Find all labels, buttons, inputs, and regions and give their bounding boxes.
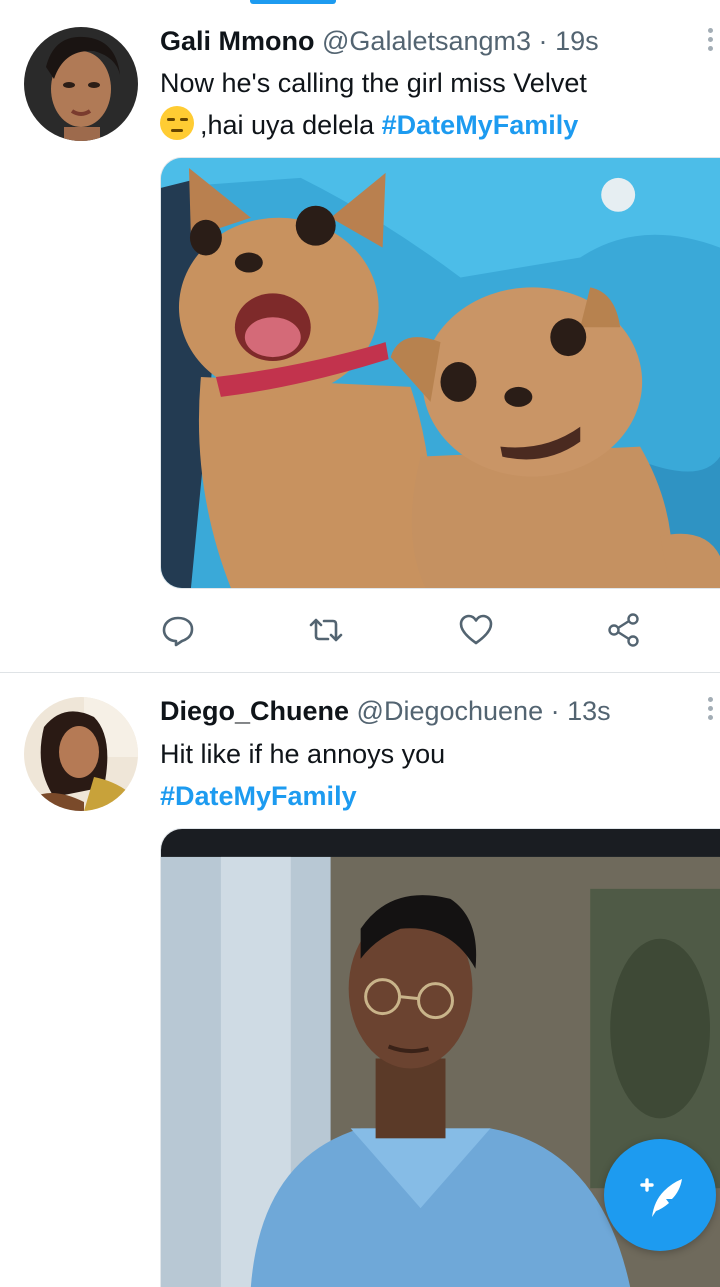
share-icon[interactable] xyxy=(606,612,642,648)
tweet-text-line: ,hai uya delela #DateMyFamily xyxy=(160,104,587,146)
tweet[interactable]: Gali Mmono @Galaletsangm3 · 19s Now he's… xyxy=(0,0,720,672)
compose-tweet-button[interactable] xyxy=(604,1139,716,1251)
user-handle[interactable]: @Galaletsangm3 xyxy=(322,26,531,56)
tweet-media-image[interactable] xyxy=(160,157,720,589)
tweet-header: Diego_Chuene @Diegochuene · 13s xyxy=(160,696,611,727)
separator: · xyxy=(538,26,548,56)
timestamp[interactable]: 19s xyxy=(555,26,599,56)
more-options-icon[interactable] xyxy=(704,697,716,727)
tweet-text-fragment: ,hai uya delela xyxy=(200,110,375,140)
compose-tweet-icon xyxy=(640,1178,682,1217)
hashtag-link[interactable]: #DateMyFamily xyxy=(382,110,579,140)
timestamp[interactable]: 13s xyxy=(567,696,611,726)
display-name[interactable]: Diego_Chuene xyxy=(160,696,349,726)
tweet-text-line: Now he's calling the girl miss Velvet xyxy=(160,68,587,98)
expressionless-face-emoji xyxy=(160,106,194,140)
like-icon[interactable] xyxy=(458,612,494,648)
separator: · xyxy=(550,696,560,726)
reply-icon[interactable] xyxy=(160,612,196,648)
tweet-text: Hit like if he annoys you #DateMyFamily xyxy=(160,733,445,817)
avatar[interactable] xyxy=(24,27,138,141)
hashtag-link[interactable]: #DateMyFamily xyxy=(160,775,445,817)
user-handle[interactable]: @Diegochuene xyxy=(357,696,544,726)
tweet-text: Now he's calling the girl miss Velvet ,h… xyxy=(160,62,587,146)
tweet-header: Gali Mmono @Galaletsangm3 · 19s xyxy=(160,26,599,57)
retweet-icon[interactable] xyxy=(308,612,344,648)
display-name[interactable]: Gali Mmono xyxy=(160,26,315,56)
tweet-actions xyxy=(160,612,680,648)
more-options-icon[interactable] xyxy=(704,28,716,58)
tweet-text-line: Hit like if he annoys you xyxy=(160,739,446,769)
avatar[interactable] xyxy=(24,697,138,811)
